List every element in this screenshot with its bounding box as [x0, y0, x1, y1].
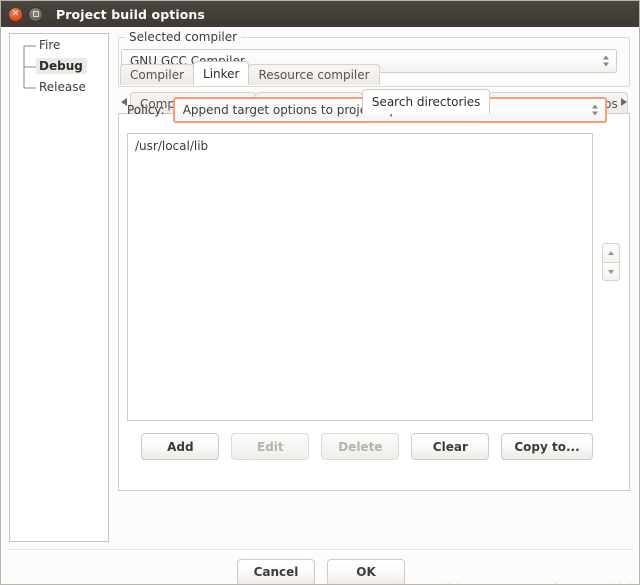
arrow-down-icon [592, 111, 598, 116]
arrow-down-icon [608, 269, 614, 274]
project-build-options-dialog: ✕ Project build options Fire Debug Relea… [0, 0, 640, 585]
chevron-right-glyph [621, 98, 627, 106]
list-action-buttons: Add Edit Delete Clear Copy to... [127, 433, 607, 461]
inner-tab-label: Compiler [130, 68, 185, 82]
arrow-up-icon [608, 251, 614, 255]
window-title: Project build options [56, 6, 205, 22]
delete-button: Delete [321, 433, 400, 460]
close-glyph: ✕ [11, 8, 20, 19]
button-label: Cancel [253, 565, 299, 579]
edit-button: Edit [231, 433, 310, 460]
inner-tab-compiler[interactable]: Compiler [120, 64, 195, 85]
options-pane: Selected compiler GNU GCC Compiler Compi… [113, 27, 635, 543]
list-item[interactable]: /usr/local/lib [128, 134, 592, 154]
tree-node-fire[interactable]: Fire [36, 36, 64, 54]
cancel-button[interactable]: Cancel [237, 558, 315, 584]
dialog-body: Fire Debug Release Selected compiler GNU… [1, 27, 639, 584]
close-icon[interactable]: ✕ [8, 6, 23, 22]
tab-search-directories[interactable]: Search directories [361, 89, 491, 114]
inner-tab-linker[interactable]: Linker [193, 61, 250, 85]
button-label: Copy to... [514, 439, 580, 454]
add-button[interactable]: Add [141, 433, 220, 460]
tree-node-release[interactable]: Release [36, 78, 90, 96]
updown-spinner-icon[interactable] [592, 104, 598, 116]
button-label: Edit [257, 439, 284, 454]
button-label: OK [356, 565, 376, 579]
arrow-up-icon [592, 104, 598, 109]
tab-label: Search directories [371, 95, 481, 109]
dialog-footer: Cancel OK [1, 557, 639, 584]
updown-spinner-icon[interactable] [603, 55, 609, 67]
build-target-tree[interactable]: Fire Debug Release [9, 33, 109, 542]
ok-button[interactable]: OK [327, 558, 405, 584]
button-label: Clear [432, 439, 468, 454]
inner-tab-label: Resource compiler [258, 68, 370, 82]
selected-compiler-group-title: Selected compiler [125, 30, 242, 44]
inner-tab-bar: Compiler Linker Resource compiler [120, 61, 380, 85]
inner-tab-label: Linker [203, 66, 240, 81]
reorder-buttons [602, 243, 620, 281]
tree-node-label: Fire [39, 38, 61, 52]
arrow-up-icon [603, 55, 609, 60]
arrow-down-icon [603, 62, 609, 67]
button-label: Delete [338, 439, 383, 454]
tree-node-label: Debug [36, 58, 87, 74]
move-down-button[interactable] [602, 262, 620, 281]
tree-node-debug[interactable]: Debug [36, 57, 87, 75]
move-up-button[interactable] [602, 243, 620, 262]
policy-label: Policy: [127, 103, 165, 117]
chevron-right-icon[interactable] [618, 93, 630, 111]
footer-separator [9, 549, 633, 550]
maximize-icon[interactable] [28, 6, 43, 22]
inner-tab-resource-compiler[interactable]: Resource compiler [248, 64, 380, 85]
clear-button[interactable]: Clear [411, 433, 490, 460]
button-label: Add [167, 439, 194, 454]
title-bar: ✕ Project build options [1, 1, 639, 27]
tree-node-label: Release [39, 80, 86, 94]
search-directories-list[interactable]: /usr/local/lib [127, 133, 593, 421]
copy-to-button[interactable]: Copy to... [501, 433, 593, 460]
maximize-glyph [29, 8, 42, 21]
